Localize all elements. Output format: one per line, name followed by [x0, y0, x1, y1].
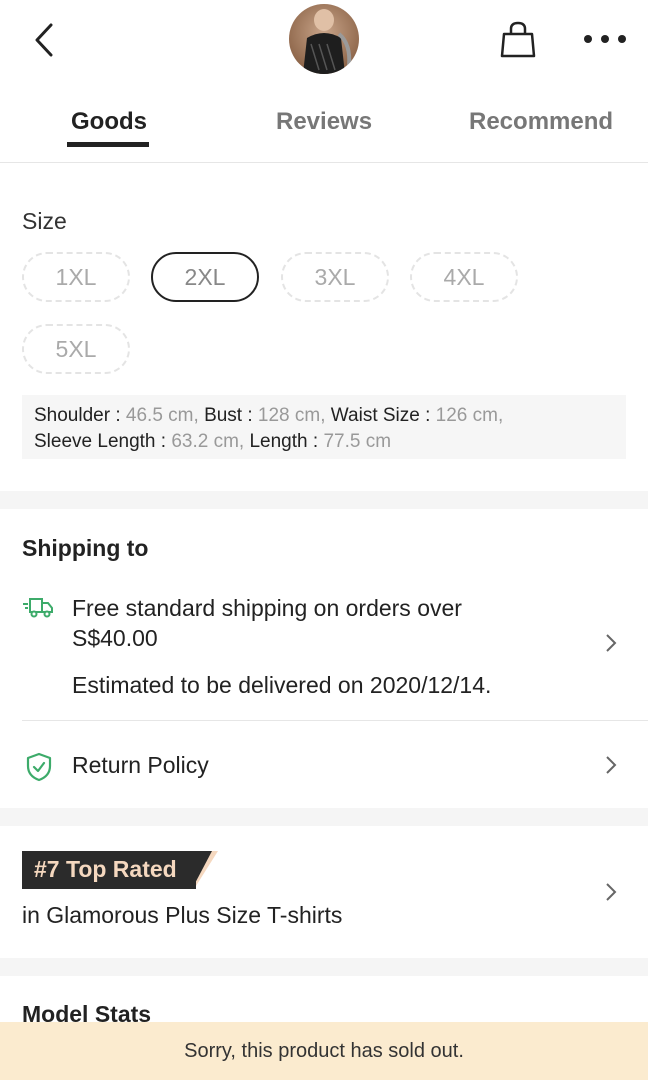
bust-value: 128 cm,	[257, 405, 326, 426]
product-thumbnail[interactable]	[289, 4, 359, 74]
sleeve-label: Sleeve Length :	[34, 431, 167, 452]
size-measurements: Shoulder : 46.5 cm, Bust : 128 cm, Waist…	[22, 395, 626, 459]
tab-recommend[interactable]: Recommend	[469, 108, 613, 136]
size-option-5xl[interactable]: 5XL	[22, 324, 130, 374]
cart-button[interactable]	[499, 20, 537, 60]
badge-tail-dark	[192, 851, 212, 889]
length-value: 77.5 cm	[323, 431, 392, 452]
shopping-bag-icon	[500, 21, 536, 58]
dot	[601, 35, 609, 43]
shield-check-icon	[26, 752, 52, 782]
length-label: Length :	[249, 431, 319, 452]
waist-label: Waist Size :	[330, 405, 431, 426]
return-policy-link[interactable]: Return Policy	[72, 752, 209, 779]
free-shipping-text: Free standard shipping on orders over S$…	[72, 595, 462, 651]
delivery-estimate: Estimated to be delivered on 2020/12/14.	[72, 672, 492, 698]
sold-out-message: Sorry, this product has sold out.	[184, 1039, 464, 1062]
rank-label: #7 Top Rated	[34, 856, 177, 882]
rank-badge[interactable]: #7 Top Rated	[22, 851, 218, 889]
shoulder-value: 46.5 cm,	[125, 405, 199, 426]
tab-goods[interactable]: Goods	[71, 108, 147, 136]
rank-category[interactable]: in Glamorous Plus Size T-shirts	[22, 902, 342, 929]
sleeve-value: 63.2 cm,	[171, 431, 245, 452]
section-divider	[0, 491, 648, 509]
truck-icon	[23, 598, 53, 618]
measurement-line-1: Shoulder : 46.5 cm, Bust : 128 cm, Waist…	[34, 403, 614, 429]
shoulder-label: Shoulder :	[34, 405, 121, 426]
size-option-1xl[interactable]: 1XL	[22, 252, 130, 302]
more-dots-icon	[584, 35, 592, 43]
chevron-right-icon[interactable]	[604, 881, 618, 903]
active-tab-indicator	[67, 142, 149, 147]
size-option-3xl[interactable]: 3XL	[281, 252, 389, 302]
chevron-left-icon	[35, 23, 53, 57]
top-bar	[0, 0, 648, 80]
dot	[618, 35, 626, 43]
tab-bar: Goods Reviews Recommend	[0, 96, 648, 163]
measurement-line-2: Sleeve Length : 63.2 cm, Length : 77.5 c…	[34, 429, 614, 455]
waist-value: 126 cm,	[435, 405, 504, 426]
tab-reviews[interactable]: Reviews	[276, 108, 372, 136]
product-image	[289, 4, 359, 74]
sold-out-banner: Sorry, this product has sold out.	[0, 1022, 648, 1080]
size-option-2xl[interactable]: 2XL	[151, 252, 259, 302]
chevron-right-icon[interactable]	[604, 754, 618, 776]
back-button[interactable]	[26, 20, 62, 60]
section-divider	[0, 808, 648, 826]
size-title: Size	[22, 208, 67, 234]
bust-label: Bust :	[204, 405, 253, 426]
more-options-button[interactable]	[584, 28, 626, 50]
shipping-title: Shipping to	[22, 535, 149, 561]
section-divider	[0, 958, 648, 976]
chevron-right-icon[interactable]	[604, 632, 618, 654]
size-option-4xl[interactable]: 4XL	[410, 252, 518, 302]
divider	[22, 720, 648, 721]
